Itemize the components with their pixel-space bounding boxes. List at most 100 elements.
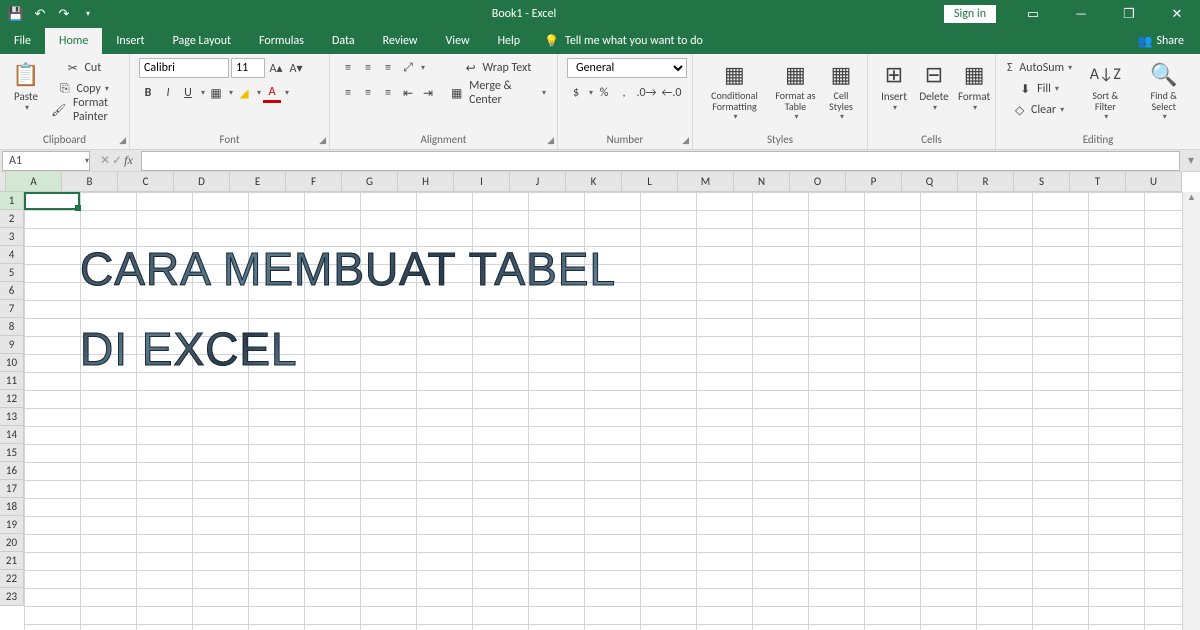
row-header-17[interactable]: 17 (0, 480, 24, 498)
column-header-I[interactable]: I (454, 172, 510, 192)
cut-button[interactable]: ✂ Cut (49, 58, 120, 78)
vertical-scrollbar[interactable]: ▲ (1182, 192, 1200, 630)
column-header-H[interactable]: H (398, 172, 454, 192)
tab-view[interactable]: View (432, 28, 484, 54)
close-icon[interactable]: ✕ (1154, 0, 1200, 28)
insert-cells-button[interactable]: ⊞Insert▾ (874, 56, 914, 115)
row-headers[interactable]: 1234567891011121314151617181920212223 (0, 192, 24, 606)
column-header-U[interactable]: U (1126, 172, 1182, 192)
wordart-line2[interactable]: DI EXCEL (80, 322, 298, 376)
align-middle-icon[interactable]: ≡ (359, 58, 377, 78)
orientation-icon[interactable]: ⤢ (399, 58, 417, 78)
clear-button[interactable]: ◇ Clear▾ (1005, 100, 1074, 120)
fill-button[interactable]: ⬇ Fill▾ (1005, 79, 1074, 99)
formula-input[interactable] (141, 151, 1180, 171)
wrap-text-button[interactable]: ↩ Wrap Text (449, 58, 548, 78)
wordart-line1[interactable]: CARA MEMBUAT TABEL (80, 242, 616, 296)
format-cells-button[interactable]: ▦Format▾ (954, 56, 994, 115)
format-as-table-button[interactable]: ▦Format as Table▾ (770, 56, 821, 124)
cell-styles-button[interactable]: ▦Cell Styles▾ (821, 56, 861, 124)
cancel-formula-icon[interactable]: ✕ (100, 153, 110, 168)
decrease-indent-icon[interactable]: ⇤ (399, 83, 417, 103)
worksheet-grid[interactable]: ABCDEFGHIJKLMNOPQRSTU 123456789101112131… (0, 172, 1200, 630)
alignment-launcher-icon[interactable]: ◢ (547, 135, 554, 146)
row-header-15[interactable]: 15 (0, 444, 24, 462)
row-header-13[interactable]: 13 (0, 408, 24, 426)
underline-button[interactable]: U (179, 83, 197, 103)
undo-icon[interactable]: ↶ (32, 6, 48, 22)
column-headers[interactable]: ABCDEFGHIJKLMNOPQRSTU (6, 172, 1182, 192)
paste-button[interactable]: 📋 Paste ▾ (6, 56, 46, 115)
column-header-B[interactable]: B (62, 172, 118, 192)
autosum-button[interactable]: Σ AutoSum▾ (1005, 58, 1074, 78)
column-header-L[interactable]: L (622, 172, 678, 192)
column-header-T[interactable]: T (1070, 172, 1126, 192)
tab-insert[interactable]: Insert (102, 28, 158, 54)
qat-dropdown-icon[interactable]: ▾ (80, 6, 96, 22)
increase-indent-icon[interactable]: ⇥ (419, 83, 437, 103)
column-header-N[interactable]: N (734, 172, 790, 192)
minimize-icon[interactable]: — (1058, 0, 1104, 28)
ribbon-display-icon[interactable]: ▭ (1010, 0, 1056, 28)
enter-formula-icon[interactable]: ✓ (112, 153, 122, 168)
tab-formulas[interactable]: Formulas (245, 28, 318, 54)
align-top-icon[interactable]: ≡ (339, 58, 357, 78)
row-header-18[interactable]: 18 (0, 498, 24, 516)
font-size-input[interactable] (231, 58, 265, 78)
column-header-M[interactable]: M (678, 172, 734, 192)
tab-data[interactable]: Data (318, 28, 369, 54)
redo-icon[interactable]: ↷ (56, 6, 72, 22)
row-header-3[interactable]: 3 (0, 228, 24, 246)
cells-area[interactable]: CARA MEMBUAT TABEL DI EXCEL (24, 192, 1182, 630)
row-header-21[interactable]: 21 (0, 552, 24, 570)
conditional-formatting-button[interactable]: ▦Conditional Formatting▾ (699, 56, 770, 124)
find-select-button[interactable]: 🔍Find & Select▾ (1133, 56, 1194, 124)
row-header-8[interactable]: 8 (0, 318, 24, 336)
font-launcher-icon[interactable]: ◢ (319, 135, 326, 146)
column-header-P[interactable]: P (846, 172, 902, 192)
delete-cells-button[interactable]: ⊟Delete▾ (914, 56, 954, 115)
fill-color-icon[interactable]: ◢ (235, 83, 253, 103)
tab-review[interactable]: Review (369, 28, 432, 54)
expand-formula-icon[interactable]: ▾ (1182, 153, 1200, 168)
tab-home[interactable]: Home (45, 28, 102, 54)
name-box[interactable]: A1▾ (2, 151, 90, 171)
row-header-1[interactable]: 1 (0, 192, 24, 210)
align-center-icon[interactable]: ≡ (359, 83, 377, 103)
column-header-J[interactable]: J (510, 172, 566, 192)
decrease-font-icon[interactable]: A▾ (287, 58, 305, 78)
row-header-20[interactable]: 20 (0, 534, 24, 552)
comma-icon[interactable]: , (615, 83, 633, 103)
row-header-19[interactable]: 19 (0, 516, 24, 534)
column-header-C[interactable]: C (118, 172, 174, 192)
align-right-icon[interactable]: ≡ (379, 83, 397, 103)
active-cell[interactable] (24, 192, 80, 210)
row-header-23[interactable]: 23 (0, 588, 24, 606)
clipboard-launcher-icon[interactable]: ◢ (119, 135, 126, 146)
column-header-K[interactable]: K (566, 172, 622, 192)
number-format-select[interactable]: General (567, 58, 687, 78)
align-bottom-icon[interactable]: ≡ (379, 58, 397, 78)
row-header-14[interactable]: 14 (0, 426, 24, 444)
maximize-icon[interactable]: ❐ (1106, 0, 1152, 28)
column-header-O[interactable]: O (790, 172, 846, 192)
decrease-decimal-icon[interactable]: ←.0 (660, 83, 683, 103)
row-header-6[interactable]: 6 (0, 282, 24, 300)
row-header-4[interactable]: 4 (0, 246, 24, 264)
column-header-G[interactable]: G (342, 172, 398, 192)
fx-icon[interactable]: fx (124, 153, 133, 168)
borders-icon[interactable]: ▦ (207, 83, 225, 103)
bold-button[interactable]: B (139, 83, 157, 103)
column-header-D[interactable]: D (174, 172, 230, 192)
row-header-9[interactable]: 9 (0, 336, 24, 354)
row-header-11[interactable]: 11 (0, 372, 24, 390)
format-painter-button[interactable]: 🖌 Format Painter (49, 100, 120, 120)
row-header-10[interactable]: 10 (0, 354, 24, 372)
column-header-E[interactable]: E (230, 172, 286, 192)
column-header-R[interactable]: R (958, 172, 1014, 192)
number-launcher-icon[interactable]: ◢ (682, 135, 689, 146)
font-name-input[interactable] (139, 58, 229, 78)
tab-help[interactable]: Help (484, 28, 535, 54)
tab-page-layout[interactable]: Page Layout (159, 28, 245, 54)
row-header-2[interactable]: 2 (0, 210, 24, 228)
